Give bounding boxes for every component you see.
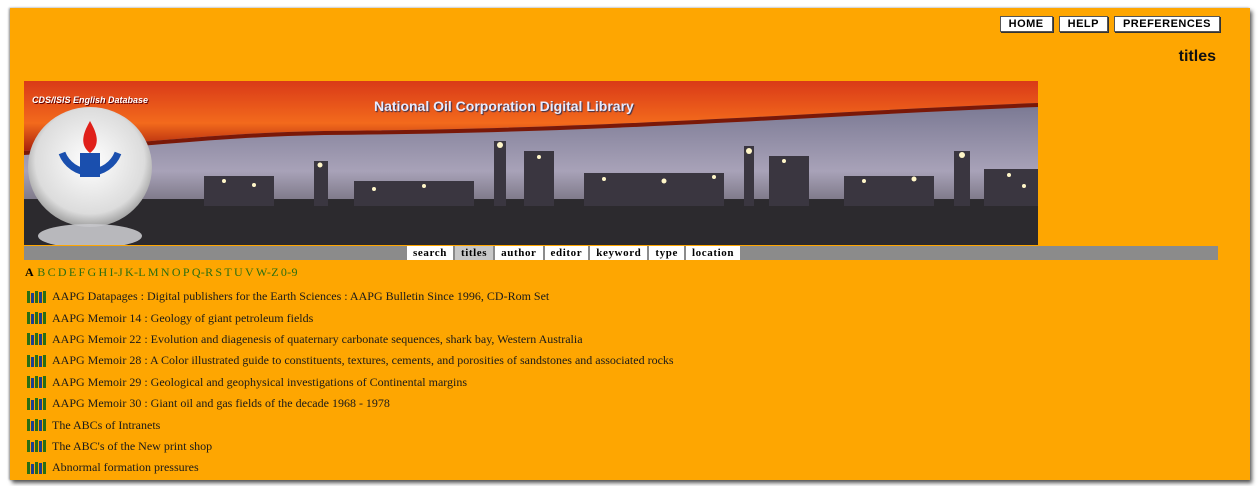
result-item: AAPG Datapages : Digital publishers for … [27,286,674,307]
result-item: AAPG Memoir 22 : Evolution and diagenesi… [27,329,674,350]
tab-search[interactable]: search [407,246,453,260]
alphabet-link-i-j[interactable]: I-J [109,265,123,279]
page-title: titles [1178,48,1216,65]
alphabet-link-w-z[interactable]: W-Z [256,265,279,279]
books-icon [27,354,47,367]
alphabet-link-s[interactable]: S [215,265,222,279]
alphabet-link-g[interactable]: G [88,265,97,279]
header-banner: CDS/ISIS English Database National Oil C… [24,81,1038,245]
tab-titles[interactable]: titles [454,246,494,260]
alphabet-link-d[interactable]: D [58,265,67,279]
alphabet-link-h[interactable]: H [98,265,107,279]
result-title-link[interactable]: The ABCs of Intranets [52,418,160,433]
tab-location[interactable]: location [685,246,741,260]
result-item: AAPG Memoir 28 : A Color illustrated gui… [27,350,674,371]
result-item: Abnormal formation pressures [27,457,674,478]
books-icon [27,440,47,453]
tab-list: search titles author editor keyword type locat… [407,246,741,260]
alphabet-link-0-9[interactable]: 0-9 [281,265,298,279]
alphabet-link-t[interactable]: T [224,265,232,279]
books-icon [27,333,47,346]
alphabet-link-n[interactable]: N [161,265,170,279]
tab-author[interactable]: author [495,246,543,260]
alphabet-link-b[interactable]: B [37,265,45,279]
top-navigation: HOME HELP PREFERENCES [999,16,1220,32]
banner-tagline: CDS/ISIS English Database [32,95,149,105]
alphabet-index: A B C D E F G H I-J K-L M N O P Q-R S T U V W-Z 0-9 [25,265,300,279]
result-item: AAPG Memoir 30 : Giant oil and gas field… [27,393,674,414]
result-title-link[interactable]: AAPG Memoir 28 : A Color illustrated gui… [52,353,674,368]
title-results-list: AAPG Datapages : Digital publishers for … [27,286,674,479]
result-item: The ABC's of the New print shop [27,436,674,457]
alphabet-link-p[interactable]: P [183,265,190,279]
result-title-link[interactable]: AAPG Datapages : Digital publishers for … [52,289,549,304]
banner-title: National Oil Corporation Digital Library [374,98,634,114]
books-icon [27,376,47,389]
alphabet-link-e[interactable]: E [69,265,77,279]
books-icon [27,461,47,474]
books-icon [27,419,47,432]
alphabet-link-u[interactable]: U [234,265,243,279]
alphabet-link-v[interactable]: V [245,265,254,279]
tab-bar: search titles author editor keyword type locat… [24,246,1218,260]
result-title-link[interactable]: AAPG Memoir 29 : Geological and geophysi… [52,375,467,390]
preferences-button[interactable]: PREFERENCES [1113,16,1220,32]
result-title-link[interactable]: AAPG Memoir 30 : Giant oil and gas field… [52,396,390,411]
page-container: HOME HELP PREFERENCES titles CDS/ISIS En… [10,8,1250,480]
result-title-link[interactable]: AAPG Memoir 14 : Geology of giant petrol… [52,311,313,326]
result-title-link[interactable]: AAPG Memoir 22 : Evolution and diagenesi… [52,332,583,347]
alphabet-link-o[interactable]: O [172,265,181,279]
books-icon [27,312,47,325]
tab-keyword[interactable]: keyword [590,246,648,260]
books-icon [27,397,47,410]
alphabet-link-q-r[interactable]: Q-R [192,265,214,279]
tab-editor[interactable]: editor [544,246,589,260]
help-button[interactable]: HELP [1058,16,1108,32]
result-item: The ABCs of Intranets [27,414,674,435]
alphabet-link-m[interactable]: M [148,265,159,279]
alphabet-current-letter: A [25,265,34,279]
result-item: AAPG Memoir 29 : Geological and geophysi… [27,372,674,393]
alphabet-link-k-l[interactable]: K-L [125,265,146,279]
alphabet-link-f[interactable]: F [79,265,86,279]
result-title-link[interactable]: The ABC's of the New print shop [52,439,212,454]
home-button[interactable]: HOME [999,16,1053,32]
result-item: AAPG Memoir 14 : Geology of giant petrol… [27,307,674,328]
alphabet-link-c[interactable]: C [48,265,56,279]
books-icon [27,290,47,303]
result-title-link[interactable]: Abnormal formation pressures [52,460,199,475]
tab-type[interactable]: type [649,246,684,260]
